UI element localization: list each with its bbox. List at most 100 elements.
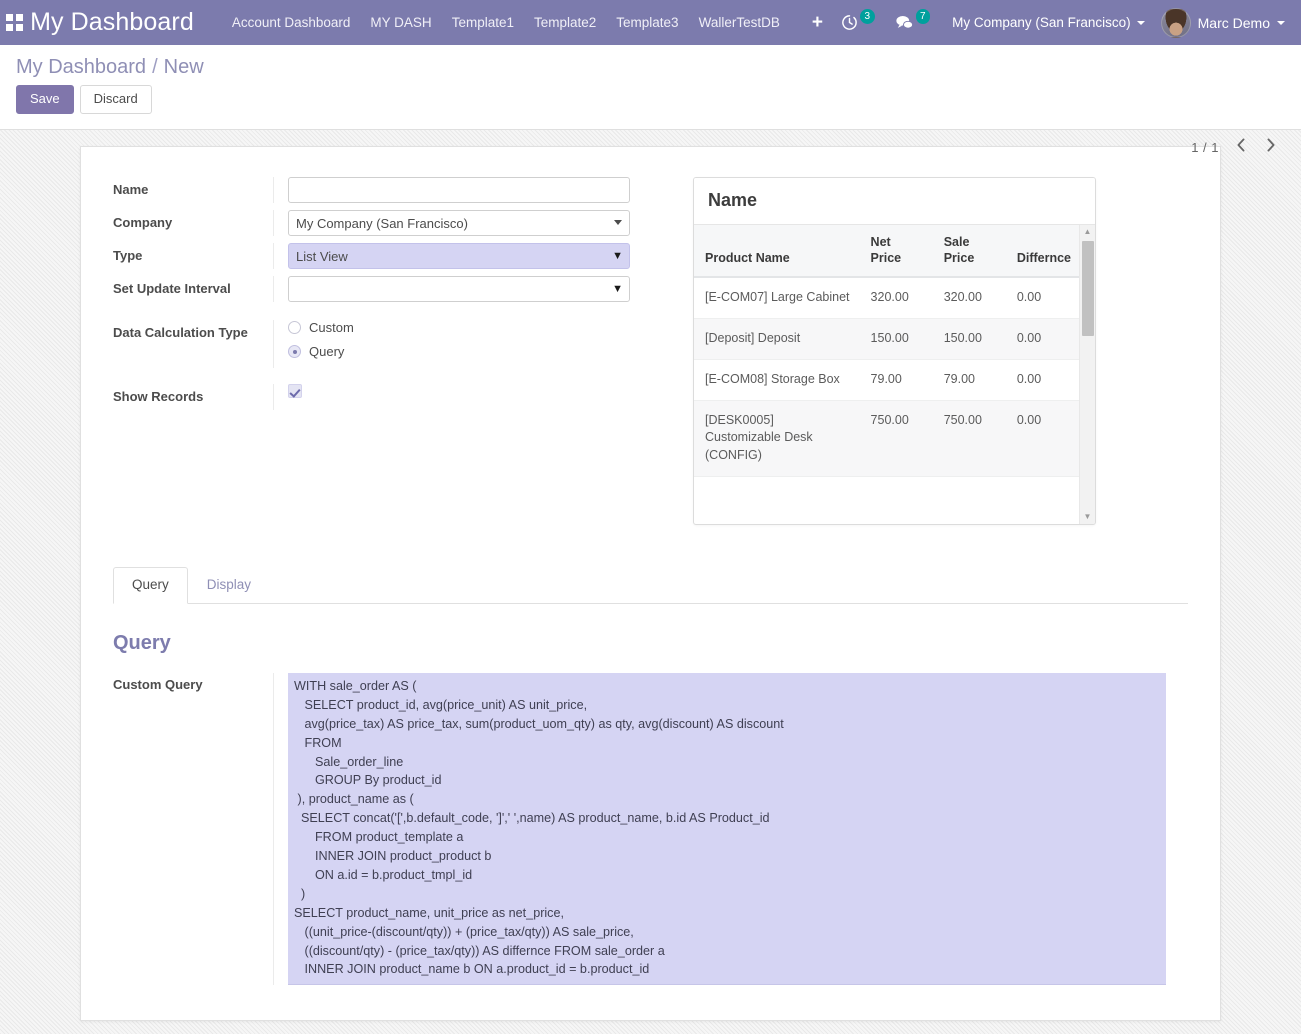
cell-differnce: 0.00 [1006,277,1079,318]
top-navbar: My Dashboard Account Dashboard MY DASH T… [0,0,1301,45]
pager-count: 1 / 1 [1191,140,1219,155]
messages-menu-button[interactable]: 7 [889,10,941,35]
cell-differnce: 0.00 [1006,319,1079,360]
nav-item-template1[interactable]: Template1 [442,9,524,36]
cell-product-name: [Deposit] Deposit [694,319,860,360]
column-header-net-price: Net Price [860,225,933,277]
navbar-menu: Account Dashboard MY DASH Template1 Temp… [222,9,835,36]
user-menu[interactable]: Marc Demo [1157,5,1291,41]
field-row-name: Name [113,177,653,203]
preview-table: Product Name Net Price Sale Price Differ… [694,225,1079,477]
radio-query-label: Query [309,344,344,359]
table-row[interactable]: [DESK0005] Customizable Desk (CONFIG) 75… [694,400,1079,476]
preview-vertical-scrollbar[interactable]: ▲ ▼ [1079,225,1095,524]
triangle-down-icon[interactable]: ▼ [1084,510,1092,524]
radio-custom-input[interactable] [288,321,301,334]
field-divider [273,210,274,236]
radio-option-query[interactable]: Query [288,344,653,359]
column-header-product-name: Product Name [694,225,860,277]
notebook-tabs: Query Display [113,567,1188,604]
field-divider [273,384,274,410]
cell-differnce: 0.00 [1006,359,1079,400]
scrollbar-track[interactable] [1080,239,1095,510]
nav-item-wallertestdb[interactable]: WallerTestDB [689,9,790,36]
name-input[interactable] [288,177,630,203]
avatar [1161,8,1191,38]
company-select[interactable]: My Company (San Francisco) [288,210,630,236]
field-row-show-records: Show Records [113,384,653,410]
radio-option-custom[interactable]: Custom [288,320,653,335]
field-row-type: Type List View ▼ [113,243,653,269]
table-row[interactable]: [E-COM07] Large Cabinet 320.00 320.00 0.… [694,277,1079,318]
data-calculation-type-label: Data Calculation Type [113,320,273,340]
update-interval-select[interactable] [288,276,630,302]
notebook: Query Display Query Custom Query [113,567,1188,985]
nav-item-my-dash[interactable]: MY DASH [360,9,441,36]
company-switcher[interactable]: My Company (San Francisco) [944,9,1153,36]
form-sheet: Name Company My Company (San Francisco) [80,146,1221,1021]
cell-product-name: [DESK0005] Customizable Desk (CONFIG) [694,400,860,476]
chevron-right-icon [1265,137,1277,153]
cell-product-name: [E-COM07] Large Cabinet [694,277,860,318]
company-label: Company [113,210,273,230]
custom-query-label: Custom Query [113,673,273,692]
pager-next-button[interactable] [1263,137,1279,157]
messages-count-badge: 7 [916,9,931,24]
type-select[interactable]: List View [288,243,630,269]
cell-sale-price: 79.00 [933,359,1006,400]
record-pager: 1 / 1 [1191,137,1279,157]
navbar-right: 3 7 My Company (San Francisco) Marc Demo [835,5,1291,41]
custom-query-textarea[interactable] [288,673,1166,985]
table-row[interactable]: [Deposit] Deposit 150.00 150.00 0.00 [694,319,1079,360]
nav-item-template2[interactable]: Template2 [524,9,606,36]
preview-title: Name [694,178,1095,225]
activity-menu-button[interactable]: 3 [835,10,885,35]
scrollbar-thumb[interactable] [1082,241,1094,336]
user-menu-label: Marc Demo [1198,15,1270,31]
cell-net-price: 150.00 [860,319,933,360]
show-records-checkbox[interactable] [288,384,302,398]
tab-display[interactable]: Display [188,567,270,604]
discard-button[interactable]: Discard [80,85,152,114]
save-button[interactable]: Save [16,85,74,114]
name-label: Name [113,177,273,197]
breadcrumb-root[interactable]: My Dashboard [16,56,146,79]
form-left-column: Name Company My Company (San Francisco) [113,177,653,525]
field-divider [273,243,274,269]
add-tab-button[interactable]: + [800,13,835,32]
nav-item-account-dashboard[interactable]: Account Dashboard [222,9,361,36]
triangle-up-icon[interactable]: ▲ [1084,225,1092,239]
cell-net-price: 750.00 [860,400,933,476]
radio-custom-label: Custom [309,320,354,335]
cell-net-price: 79.00 [860,359,933,400]
field-row-company: Company My Company (San Francisco) [113,210,653,236]
table-row[interactable]: [E-COM08] Storage Box 79.00 79.00 0.00 [694,359,1079,400]
table-header-row: Product Name Net Price Sale Price Differ… [694,225,1079,277]
apps-menu-button[interactable] [0,14,28,31]
action-buttons: Save Discard [16,85,1285,114]
chat-bubble-icon [895,14,914,31]
chevron-left-icon [1235,137,1247,153]
tab-query[interactable]: Query [113,567,188,604]
cell-sale-price: 150.00 [933,319,1006,360]
page-body: Name Company My Company (San Francisco) [0,130,1301,1034]
tab-pane-query: Query Custom Query [113,604,1188,985]
query-group-title: Query [113,632,1188,655]
pager-previous-button[interactable] [1233,137,1249,157]
clock-icon [841,14,858,31]
show-records-label: Show Records [113,384,273,404]
control-panel: My Dashboard / New Save Discard 1 / 1 [0,45,1301,130]
field-row-custom-query: Custom Query [113,673,1188,985]
activity-count-badge: 3 [860,9,875,24]
company-switcher-label: My Company (San Francisco) [952,15,1131,30]
radio-query-input[interactable] [288,345,301,358]
cell-sale-price: 320.00 [933,277,1006,318]
apps-grid-icon [6,14,23,31]
cell-net-price: 320.00 [860,277,933,318]
field-row-data-calculation-type: Data Calculation Type Custom Query [113,320,653,368]
nav-item-template3[interactable]: Template3 [606,9,688,36]
form-top-section: Name Company My Company (San Francisco) [113,177,1188,525]
field-row-update-interval: Set Update Interval ▼ [113,276,653,302]
preview-body: Product Name Net Price Sale Price Differ… [694,225,1095,524]
breadcrumb: My Dashboard / New [16,53,1285,85]
